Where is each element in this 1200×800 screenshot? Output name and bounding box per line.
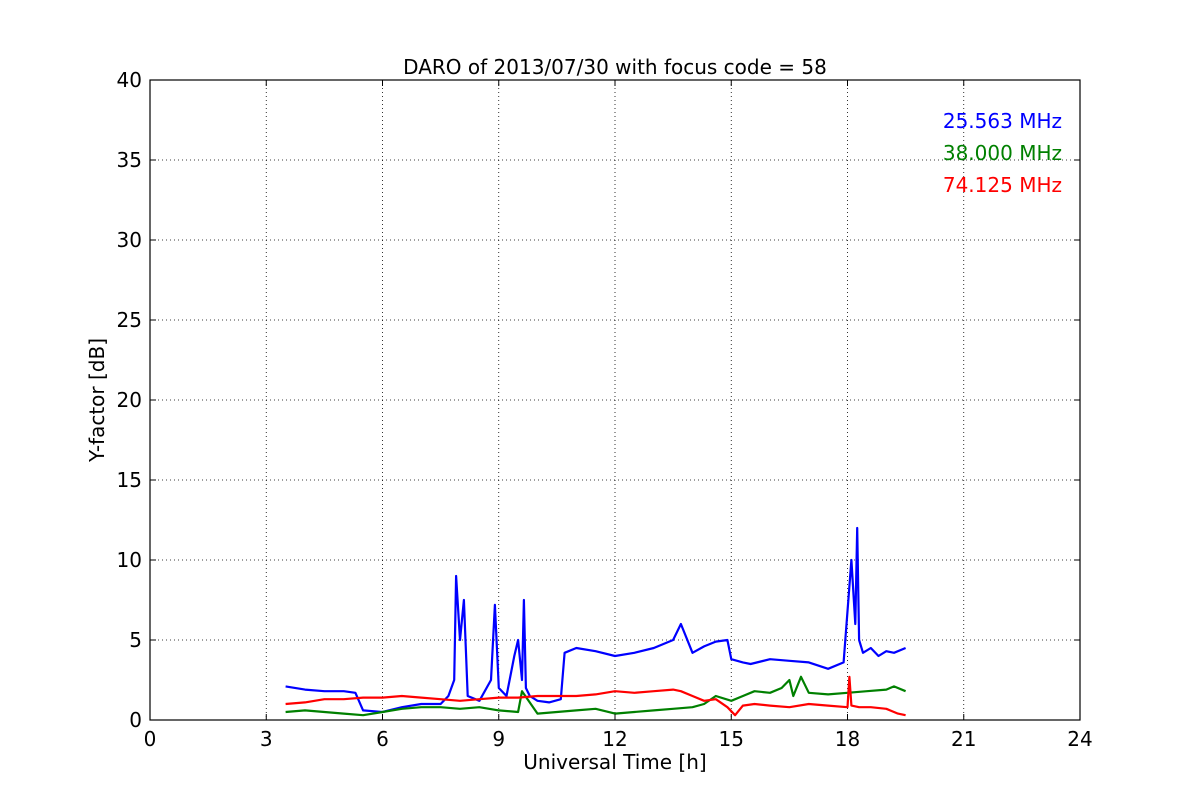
legend: 25.563 MHz 38.000 MHz 74.125 MHz <box>943 109 1062 197</box>
y-axis-label: Y-factor [dB] <box>85 338 109 463</box>
legend-label-3: 74.125 MHz <box>943 173 1062 197</box>
y-tick-label: 15 <box>117 468 142 492</box>
x-tick-label: 3 <box>260 727 273 751</box>
chart-title: DARO of 2013/07/30 with focus code = 58 <box>403 55 827 79</box>
y-tick-label: 0 <box>129 708 142 732</box>
x-tick-label: 24 <box>1067 727 1092 751</box>
y-tick-label: 10 <box>117 548 142 572</box>
legend-label-2: 38.000 MHz <box>943 141 1062 165</box>
y-tick-label: 25 <box>117 308 142 332</box>
legend-label-1: 25.563 MHz <box>943 109 1062 133</box>
y-tick-label: 30 <box>117 228 142 252</box>
chart: DARO of 2013/07/30 with focus code = 58 … <box>85 55 1093 774</box>
series-layer <box>285 526 907 717</box>
x-tick-label: 21 <box>951 727 976 751</box>
series-line-1 <box>285 526 907 714</box>
y-tick-label: 35 <box>117 148 142 172</box>
y-tick-label: 5 <box>129 628 142 652</box>
x-tick-label: 0 <box>144 727 157 751</box>
x-tick-label: 18 <box>835 727 860 751</box>
y-tick-label: 20 <box>117 388 142 412</box>
x-tick-label: 9 <box>492 727 505 751</box>
series-line-2 <box>285 675 907 717</box>
x-axis-label: Universal Time [h] <box>523 750 706 774</box>
x-tick-label: 6 <box>376 727 389 751</box>
y-tick-label: 40 <box>117 68 142 92</box>
x-tick-label: 15 <box>719 727 744 751</box>
tick-labels: 0 3 6 9 12 15 18 21 24 0 5 10 15 20 25 30 35 40 <box>117 68 1093 751</box>
grid <box>150 80 1080 720</box>
x-tick-label: 12 <box>602 727 627 751</box>
